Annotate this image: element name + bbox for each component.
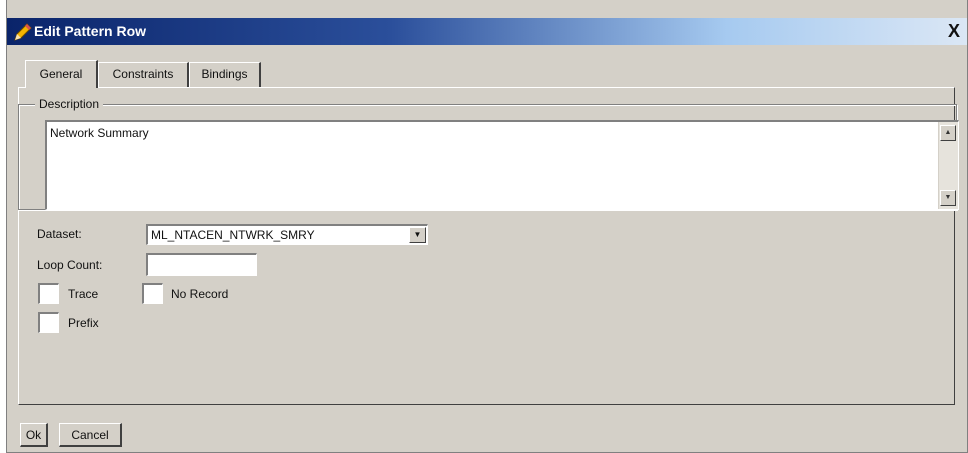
up-arrow-icon[interactable]: ▲ <box>940 125 956 141</box>
loop-count-label: Loop Count: <box>37 258 103 272</box>
chevron-down-icon[interactable]: ▼ <box>409 227 426 243</box>
close-icon[interactable]: X <box>943 20 965 42</box>
description-text: Network Summary <box>50 126 149 140</box>
trace-checkbox[interactable] <box>38 283 59 304</box>
tab-general[interactable]: General <box>25 60 98 88</box>
description-scrollbar[interactable]: ▲ ▼ <box>938 122 958 209</box>
dataset-select[interactable]: ML_NTACEN_NTWRK_SMRY ▼ <box>146 224 428 245</box>
edit-pattern-row-dialog: Edit Pattern Row X General Constraints B… <box>6 0 968 453</box>
prefix-checkbox[interactable] <box>38 312 59 333</box>
description-textarea[interactable]: Network Summary ▲ ▼ <box>45 120 959 210</box>
dataset-value: ML_NTACEN_NTWRK_SMRY <box>151 228 315 242</box>
loop-count-input[interactable] <box>146 253 257 276</box>
prefix-label: Prefix <box>68 316 99 330</box>
description-legend: Description <box>35 97 104 111</box>
dataset-label: Dataset: <box>37 227 82 241</box>
down-arrow-icon[interactable]: ▼ <box>940 190 956 206</box>
tab-bindings[interactable]: Bindings <box>189 62 261 88</box>
trace-label: Trace <box>68 287 99 301</box>
ok-button[interactable]: Ok <box>20 423 48 447</box>
no-record-checkbox[interactable] <box>142 283 163 304</box>
title-bar[interactable]: Edit Pattern Row X <box>7 18 967 45</box>
no-record-label: No Record <box>171 287 229 301</box>
pencil-icon <box>13 22 33 42</box>
dialog-title: Edit Pattern Row <box>34 23 147 39</box>
cancel-button[interactable]: Cancel <box>59 423 122 447</box>
tab-constraints[interactable]: Constraints <box>98 62 189 88</box>
